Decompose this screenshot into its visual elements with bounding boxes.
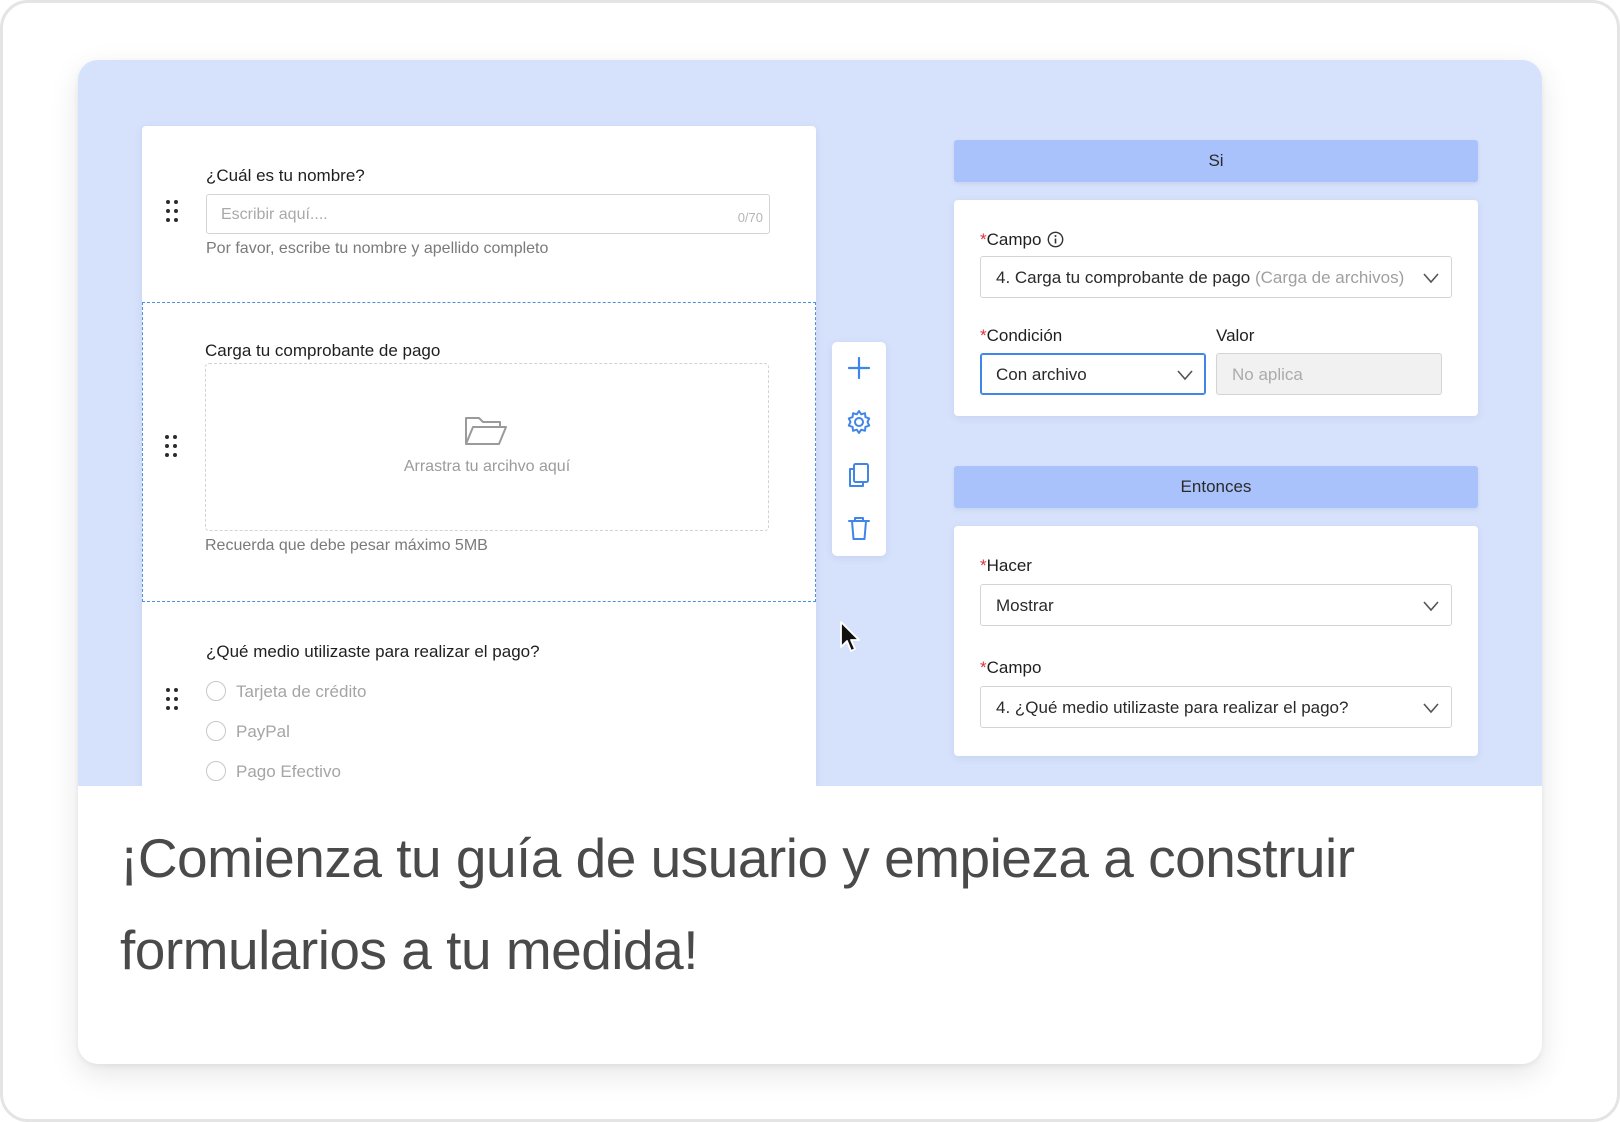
field-label: *Campo: [980, 658, 1042, 677]
mouse-cursor-icon: [840, 621, 860, 652]
then-field-select[interactable]: 4. ¿Qué medio utilizaste para realizar e…: [980, 686, 1452, 728]
radio-circle[interactable]: [206, 761, 226, 781]
drag-handle-icon[interactable]: [166, 200, 178, 222]
condition-label: *Condición: [980, 326, 1063, 345]
radio-circle[interactable]: [206, 681, 226, 701]
chevron-down-icon: [1177, 370, 1193, 381]
then-actions-card: *Hacer Mostrar *Campo 4. ¿Qué medio util…: [954, 526, 1478, 756]
illustration: ¿Cuál es tu nombre? Escribir aquí.... 0/…: [78, 60, 1542, 786]
form-builder-panel: ¿Cuál es tu nombre? Escribir aquí.... 0/…: [142, 126, 816, 786]
select-value: 4. ¿Qué medio utilizaste para realizar e…: [996, 698, 1349, 717]
action-label: *Hacer: [980, 556, 1032, 575]
chevron-down-icon: [1423, 703, 1439, 714]
condition-select[interactable]: Con archivo: [980, 353, 1206, 395]
plus-icon[interactable]: [845, 354, 873, 382]
question-payment-method[interactable]: ¿Qué medio utilizaste para realizar el p…: [142, 602, 816, 786]
input-placeholder: Escribir aquí....: [221, 206, 328, 223]
if-field-select[interactable]: 4. Carga tu comprobante de pago (Carga d…: [980, 256, 1452, 298]
select-value: Mostrar: [996, 596, 1054, 615]
gear-icon[interactable]: [845, 408, 873, 436]
then-header: Entonces: [954, 466, 1478, 508]
dropzone-text: Arrastra tu arcihvo aquí: [403, 458, 571, 475]
copy-icon[interactable]: [845, 461, 873, 489]
radio-circle[interactable]: [206, 721, 226, 741]
if-header: Si: [954, 140, 1478, 182]
chevron-down-icon: [1423, 601, 1439, 612]
question-toolbar: [832, 342, 886, 556]
caption-text: ¡Comienza tu guía de usuario y empieza a…: [120, 827, 1355, 981]
action-select[interactable]: Mostrar: [980, 584, 1452, 626]
input-placeholder: No aplica: [1232, 365, 1303, 384]
question-label: ¿Cuál es tu nombre?: [206, 166, 365, 185]
file-dropzone[interactable]: Arrastra tu arcihvo aquí: [205, 363, 769, 531]
question-help-text: Por favor, escribe tu nombre y apellido …: [206, 240, 549, 257]
question-name[interactable]: ¿Cuál es tu nombre? Escribir aquí.... 0/…: [142, 126, 816, 302]
question-label: Carga tu comprobante de pago: [205, 341, 441, 360]
field-label: *Campo: [980, 230, 1064, 250]
trash-icon[interactable]: [845, 514, 873, 542]
folder-open-icon: [465, 417, 507, 445]
drag-handle-icon[interactable]: [166, 688, 178, 710]
guide-card: ¿Cuál es tu nombre? Escribir aquí.... 0/…: [78, 60, 1542, 1064]
radio-label: Tarjeta de crédito: [236, 682, 367, 701]
drag-handle-icon[interactable]: [165, 435, 177, 457]
select-value: 4. Carga tu comprobante de pago (Carga d…: [996, 268, 1405, 287]
question-label: ¿Qué medio utilizaste para realizar el p…: [206, 642, 540, 661]
name-input[interactable]: Escribir aquí.... 0/70: [206, 194, 770, 234]
radio-label: Pago Efectivo: [236, 762, 341, 781]
chevron-down-icon: [1423, 273, 1439, 284]
info-icon[interactable]: [1047, 231, 1064, 248]
if-conditions-card: *Campo 4. Carga tu comprobante de pago (…: [954, 200, 1478, 416]
question-file-upload[interactable]: Carga tu comprobante de pago Arrastra tu…: [142, 302, 816, 602]
select-value: Con archivo: [996, 365, 1087, 384]
value-label: Valor: [1216, 326, 1255, 345]
radio-label: PayPal: [236, 722, 290, 741]
value-input: No aplica: [1216, 353, 1442, 395]
question-help-text: Recuerda que debe pesar máximo 5MB: [205, 537, 488, 554]
char-counter: 0/70: [737, 210, 763, 225]
